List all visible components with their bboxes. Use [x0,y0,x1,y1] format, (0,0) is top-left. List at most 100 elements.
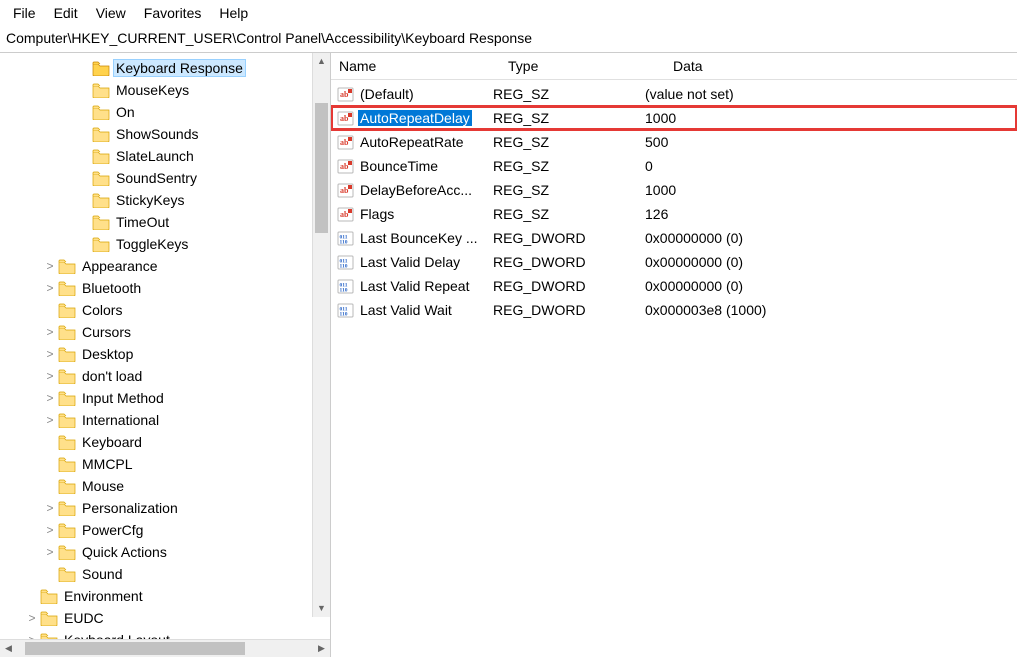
tree-item-label: Environment [62,588,145,604]
tree-item[interactable]: >EUDC [0,607,330,629]
tree-item[interactable]: Keyboard Response [0,57,330,79]
tree-item[interactable]: Sound [0,563,330,585]
tree-item[interactable]: On [0,101,330,123]
column-type[interactable]: Type [500,53,665,79]
menu-file[interactable]: File [4,2,45,24]
tree-item[interactable]: ToggleKeys [0,233,330,255]
tree-item-label: On [114,104,137,120]
tree-item-label: Personalization [80,500,180,516]
value-row[interactable]: Last Valid WaitREG_DWORD0x000003e8 (1000… [331,298,1017,322]
folder-icon [92,215,110,230]
menu-help[interactable]: Help [210,2,257,24]
string-value-icon [337,158,354,175]
tree-item[interactable]: >Input Method [0,387,330,409]
value-row[interactable]: BounceTimeREG_SZ0 [331,154,1017,178]
expand-icon[interactable]: > [42,413,58,427]
dword-value-icon [337,278,354,295]
tree-item-label: PowerCfg [80,522,145,538]
tree-item[interactable]: > Personalization [0,497,330,519]
string-value-icon [337,182,354,199]
tree-item[interactable]: >Bluetooth [0,277,330,299]
tree-view[interactable]: Keyboard Response MouseKeys On ShowSounds Sl… [0,53,330,639]
folder-icon [58,347,76,362]
value-row[interactable]: Last Valid RepeatREG_DWORD0x00000000 (0) [331,274,1017,298]
tree-item[interactable]: SlateLaunch [0,145,330,167]
tree-item[interactable]: >Cursors [0,321,330,343]
folder-icon [58,325,76,340]
tree-item[interactable]: SoundSentry [0,167,330,189]
value-data: (value not set) [641,86,1017,102]
menu-favorites[interactable]: Favorites [135,2,211,24]
folder-icon [40,611,58,626]
tree-item[interactable]: ShowSounds [0,123,330,145]
folder-icon [58,501,76,516]
column-name[interactable]: Name [331,53,500,79]
expand-icon[interactable]: > [42,259,58,273]
expand-icon[interactable]: > [42,501,58,515]
value-name: DelayBeforeAcc... [358,182,474,198]
tree-item-label: TimeOut [114,214,171,230]
expand-icon[interactable]: > [42,347,58,361]
tree-item[interactable]: >Desktop [0,343,330,365]
folder-icon [58,369,76,384]
scroll-up-icon[interactable]: ▲ [313,53,330,70]
tree-item-label: Keyboard Response [114,60,245,76]
value-row[interactable]: (Default)REG_SZ(value not set) [331,82,1017,106]
value-row[interactable]: AutoRepeatRateREG_SZ500 [331,130,1017,154]
folder-icon [92,127,110,142]
tree-item[interactable]: >Keyboard Layout [0,629,330,639]
tree-item-label: SlateLaunch [114,148,196,164]
value-row[interactable]: FlagsREG_SZ126 [331,202,1017,226]
value-type: REG_SZ [489,86,641,102]
scroll-down-icon[interactable]: ▼ [313,600,330,617]
tree-hscrollbar[interactable]: ◀ ▶ [0,639,330,657]
scroll-left-icon[interactable]: ◀ [0,640,17,657]
tree-item[interactable]: > Quick Actions [0,541,330,563]
list-header: Name Type Data [331,53,1017,80]
tree-item[interactable]: MouseKeys [0,79,330,101]
tree-item[interactable]: TimeOut [0,211,330,233]
tree-item-label: MMCPL [80,456,135,472]
tree-item[interactable]: Keyboard [0,431,330,453]
value-row[interactable]: DelayBeforeAcc...REG_SZ1000 [331,178,1017,202]
value-row[interactable]: Last BounceKey ...REG_DWORD0x00000000 (0… [331,226,1017,250]
address-bar[interactable]: Computer\HKEY_CURRENT_USER\Control Panel… [0,27,1017,53]
tree-vscrollbar[interactable]: ▲ ▼ [312,53,330,617]
expand-icon[interactable]: > [42,325,58,339]
expand-icon[interactable]: > [42,523,58,537]
scroll-thumb[interactable] [315,103,328,233]
folder-icon [92,149,110,164]
tree-item[interactable]: MMCPL [0,453,330,475]
tree-item[interactable]: Mouse [0,475,330,497]
menu-view[interactable]: View [87,2,135,24]
tree-item[interactable]: > Appearance [0,255,330,277]
scroll-right-icon[interactable]: ▶ [313,640,330,657]
expand-icon[interactable]: > [42,391,58,405]
value-name: BounceTime [358,158,440,174]
menu-edit[interactable]: Edit [45,2,87,24]
expand-icon[interactable]: > [42,369,58,383]
dword-value-icon [337,254,354,271]
value-data: 0x000003e8 (1000) [641,302,1017,318]
tree-item[interactable]: >don't load [0,365,330,387]
folder-icon [58,413,76,428]
value-row[interactable]: Last Valid DelayREG_DWORD0x00000000 (0) [331,250,1017,274]
tree-item-label: ToggleKeys [114,236,190,252]
expand-icon[interactable]: > [42,281,58,295]
folder-icon [92,83,110,98]
column-data[interactable]: Data [665,53,1017,79]
value-name: Last Valid Repeat [358,278,471,294]
expand-icon[interactable]: > [24,611,40,625]
tree-item[interactable]: Environment [0,585,330,607]
tree-item[interactable]: StickyKeys [0,189,330,211]
tree-item[interactable]: > PowerCfg [0,519,330,541]
expand-icon[interactable]: > [42,545,58,559]
tree-item[interactable]: >International [0,409,330,431]
scroll-thumb[interactable] [25,642,245,655]
tree-item-label: Appearance [80,258,160,274]
tree-item[interactable]: Colors [0,299,330,321]
value-row[interactable]: AutoRepeatDelayREG_SZ1000 [331,106,1017,130]
folder-icon [58,545,76,560]
tree-item-label: Quick Actions [80,544,169,560]
tree-item-label: MouseKeys [114,82,191,98]
